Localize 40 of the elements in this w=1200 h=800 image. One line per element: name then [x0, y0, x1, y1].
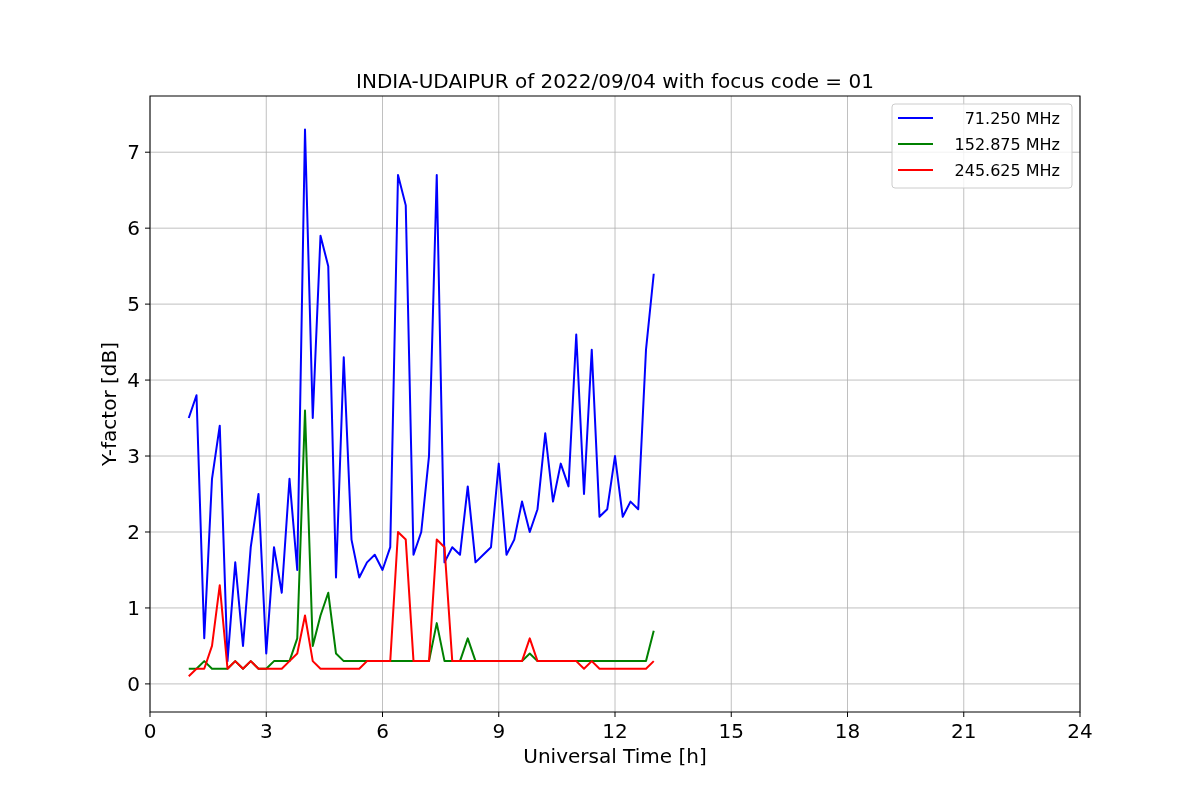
- y-axis-label: Y-factor [dB]: [97, 342, 121, 466]
- tick-mark: [149, 711, 151, 718]
- x-tick-label: 24: [1067, 719, 1093, 743]
- x-tick-label: 12: [602, 719, 628, 743]
- chart-title: INDIA-UDAIPUR of 2022/09/04 with focus code = 01: [356, 69, 874, 93]
- tick-mark: [144, 607, 151, 609]
- tick-mark: [382, 711, 383, 718]
- tick-mark: [144, 531, 151, 533]
- tick-mark: [144, 303, 151, 305]
- tick-mark: [847, 711, 848, 718]
- x-axis-label: Universal Time [h]: [523, 744, 707, 768]
- tick-mark: [144, 683, 151, 685]
- x-tick-label: 6: [376, 719, 389, 743]
- y-tick-label: 7: [127, 140, 140, 165]
- x-tick-label: 18: [834, 719, 861, 743]
- tick-mark: [144, 151, 151, 153]
- tick-mark: [963, 711, 965, 718]
- y-tick-label: 5: [127, 292, 140, 317]
- tick-mark: [265, 711, 267, 718]
- y-tick-label: 6: [127, 216, 140, 241]
- legend-label: 245.625 MHz: [954, 161, 1060, 180]
- tick-mark: [730, 711, 732, 718]
- tick-mark: [144, 227, 151, 229]
- legend-label: 152.875 MHz: [954, 135, 1060, 154]
- x-tick-label: 3: [259, 719, 273, 743]
- tick-mark: [498, 711, 500, 718]
- x-tick-label: 9: [492, 719, 506, 743]
- tick-mark: [614, 711, 616, 718]
- y-tick-label: 0: [127, 671, 140, 696]
- x-tick-label: 21: [951, 719, 977, 743]
- tick-mark: [1079, 711, 1081, 718]
- y-tick-label: 4: [127, 368, 140, 393]
- y-tick-label: 2: [127, 520, 140, 544]
- x-tick-label: 15: [718, 719, 744, 743]
- y-tick-label: 3: [127, 444, 140, 469]
- y-tick-label: 1: [127, 595, 140, 620]
- tick-mark: [144, 455, 151, 457]
- x-tick-label: 0: [143, 719, 157, 743]
- tick-mark: [144, 379, 151, 381]
- legend-label: 71.250 MHz: [964, 109, 1060, 128]
